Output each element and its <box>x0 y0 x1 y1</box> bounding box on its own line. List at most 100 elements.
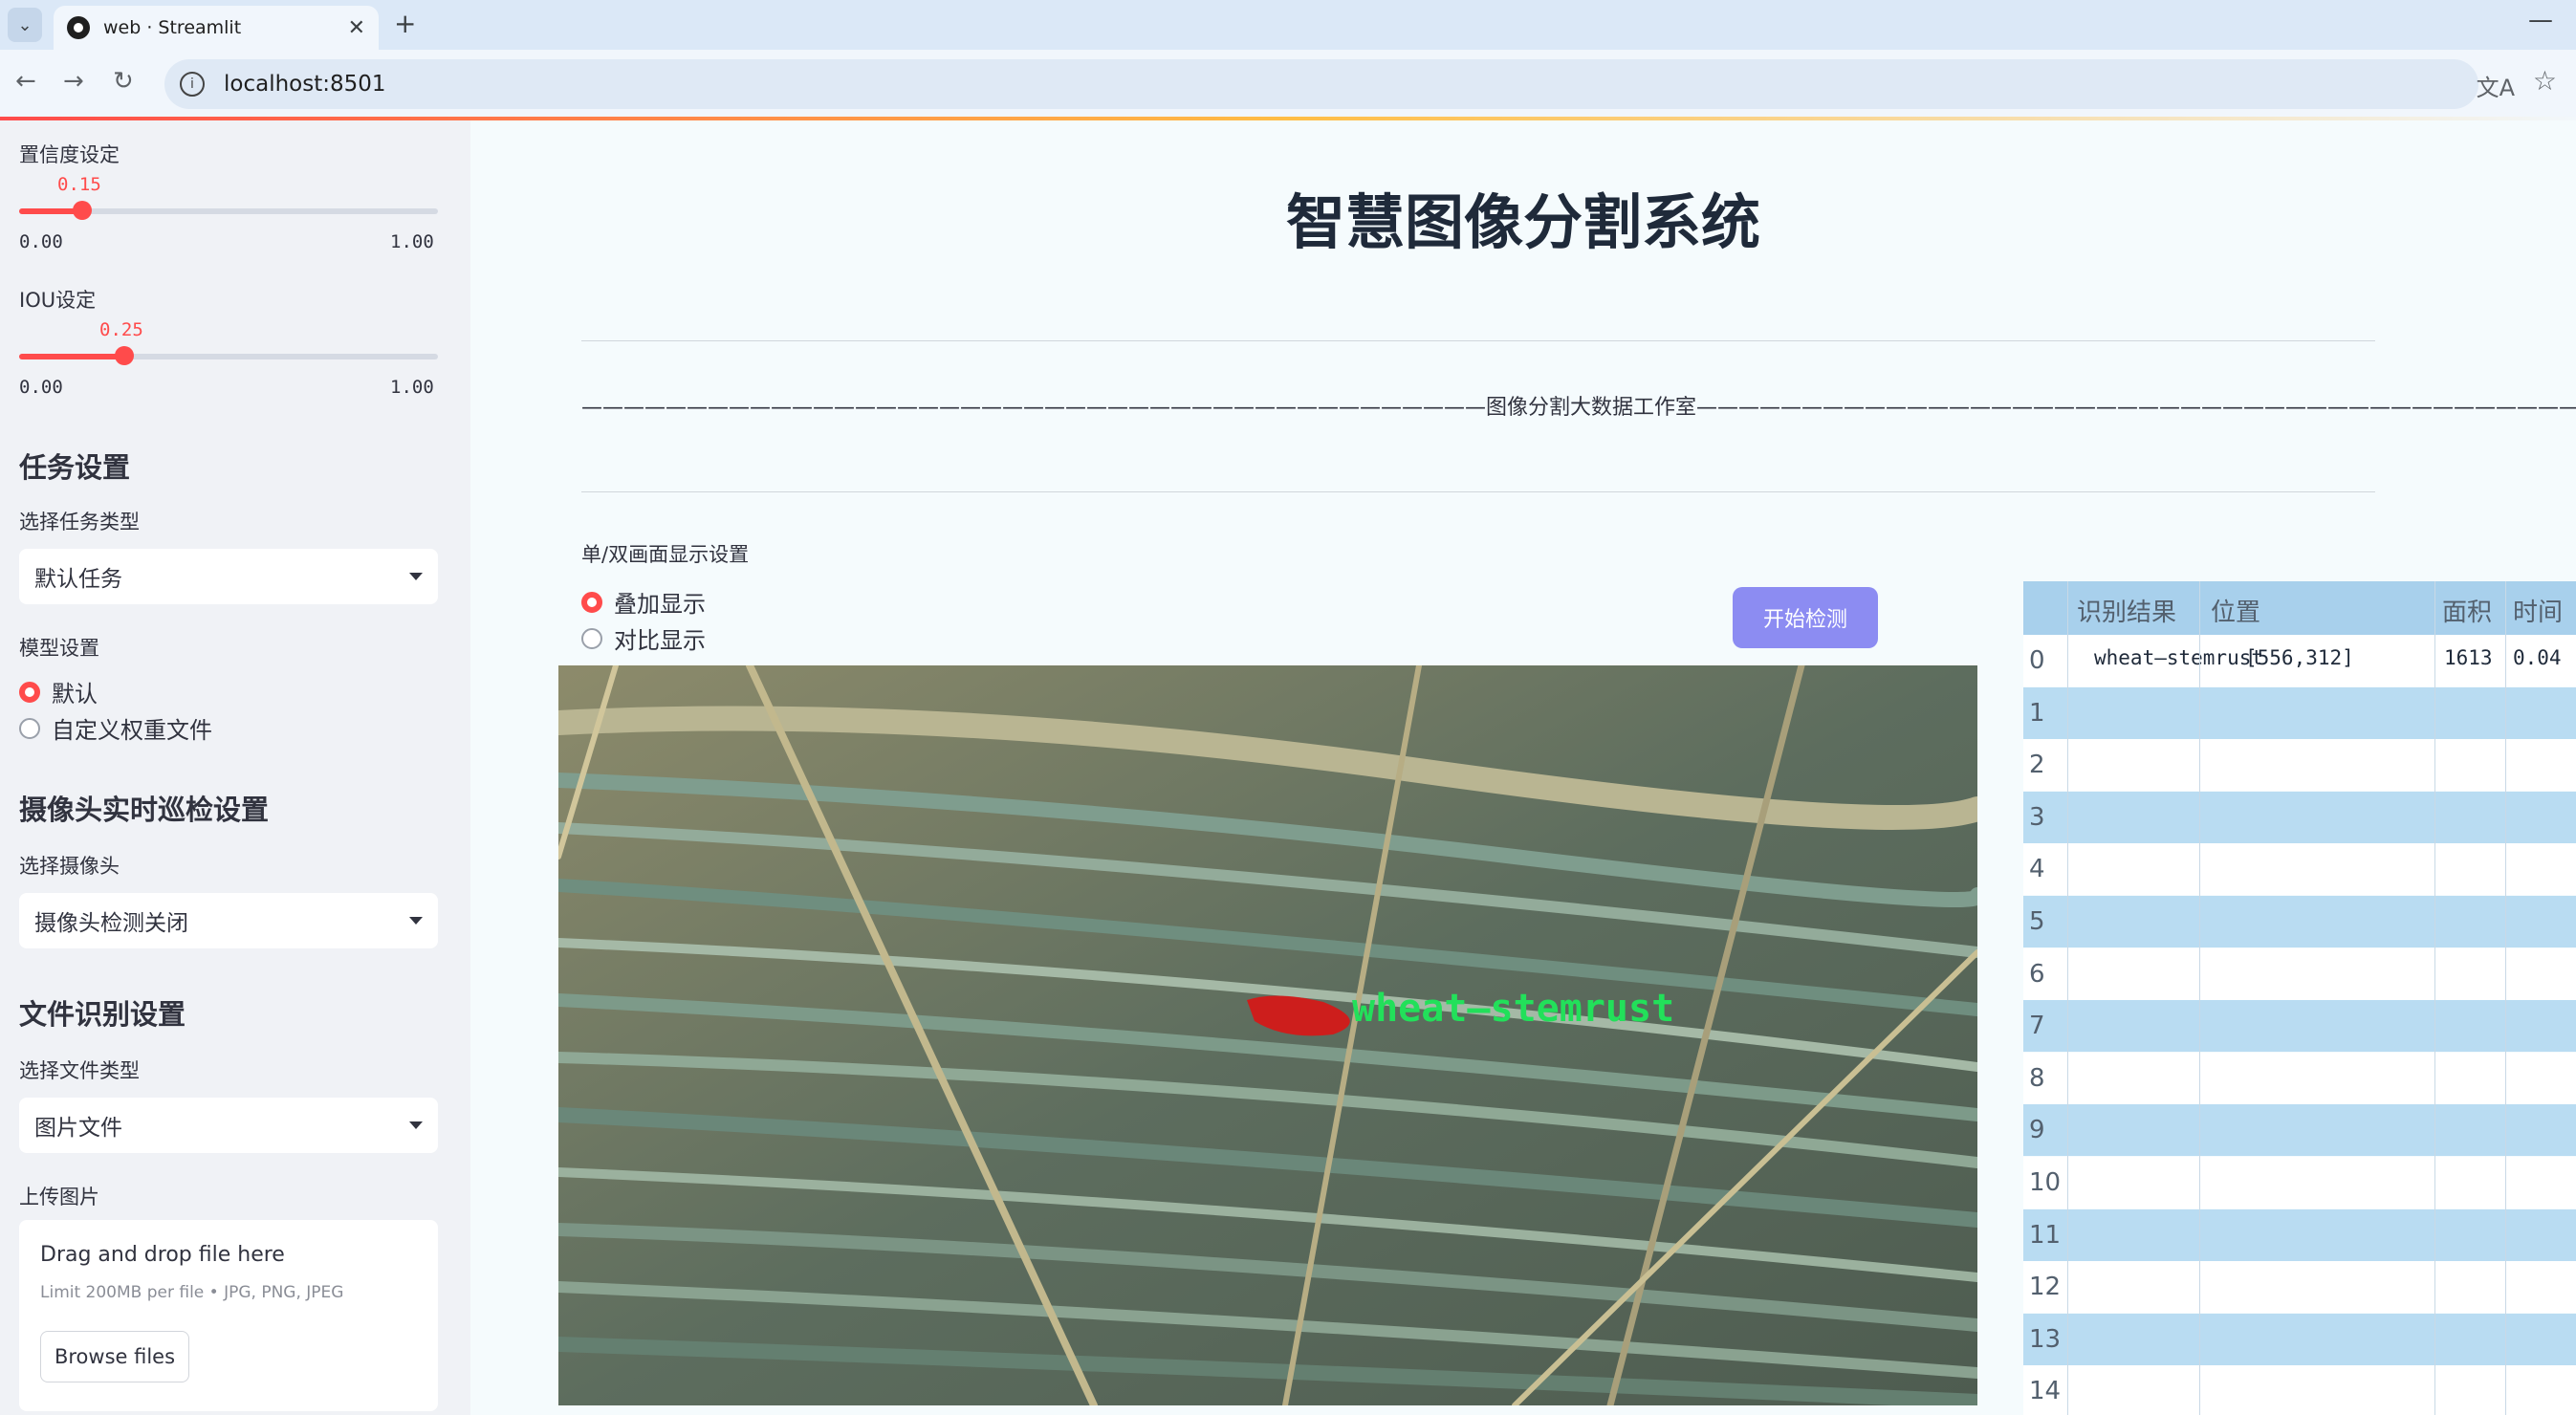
dropzone-limit: Limit 200MB per file • JPG, PNG, JPEG <box>40 1283 344 1302</box>
display-mode-label: 单/双画面显示设置 <box>581 543 750 566</box>
camera-section-heading: 摄像头实时巡检设置 <box>19 794 270 826</box>
browser-tab[interactable]: web · Streamlit ✕ <box>54 6 379 50</box>
row-index: 14 <box>2029 1377 2062 1406</box>
model-option-label: 自定义权重文件 <box>52 717 212 744</box>
iou-slider-thumb[interactable] <box>115 346 134 365</box>
row-index: 11 <box>2029 1220 2062 1250</box>
table-row[interactable]: 7 <box>2023 1000 2576 1053</box>
file-dropzone[interactable]: Drag and drop file here Limit 200MB per … <box>19 1220 438 1411</box>
display-option-label: 叠加显示 <box>614 591 706 618</box>
minimize-window-icon[interactable]: — <box>2528 6 2553 34</box>
model-option-default[interactable]: 默认 <box>19 675 98 708</box>
table-row[interactable]: 3 <box>2023 791 2576 843</box>
main-content: 智慧图像分割系统 ———————————————————————————————… <box>470 120 2576 1415</box>
close-tab-icon[interactable]: ✕ <box>348 16 365 40</box>
table-row[interactable]: 2 <box>2023 739 2576 792</box>
task-type-select[interactable]: 默认任务 <box>19 549 438 604</box>
iou-label: IOU设定 <box>19 289 97 312</box>
row-index: 3 <box>2029 802 2045 832</box>
confidence-max: 1.00 <box>390 231 434 252</box>
iou-max: 1.00 <box>390 377 434 398</box>
camera-select[interactable]: 摄像头检测关闭 <box>19 893 438 948</box>
address-bar[interactable]: i localhost:8501 <box>164 59 2478 109</box>
cell-position: [556,312] <box>2245 646 2354 669</box>
display-option-label: 对比显示 <box>614 627 706 654</box>
radio-selected-icon <box>19 681 40 703</box>
table-row[interactable]: 5 <box>2023 896 2576 947</box>
camera-value: 摄像头检测关闭 <box>34 911 188 936</box>
confidence-value: 0.15 <box>57 174 101 195</box>
iou-min: 0.00 <box>19 377 63 398</box>
row-index: 7 <box>2029 1012 2045 1041</box>
row-index: 10 <box>2029 1168 2062 1197</box>
table-row[interactable]: 8 <box>2023 1052 2576 1104</box>
column-header: 面积 <box>2442 599 2493 627</box>
row-index: 6 <box>2029 959 2045 989</box>
detection-result-image: wheat—stemrust <box>558 665 1977 1405</box>
start-detection-button[interactable]: 开始检测 <box>1733 587 1878 648</box>
table-row[interactable]: 1 <box>2023 686 2576 739</box>
chevron-down-icon <box>409 573 423 580</box>
detection-label: wheat—stemrust <box>1352 987 1674 1031</box>
row-index: 5 <box>2029 907 2045 936</box>
cell-result: wheat—stemrust <box>2094 646 2264 669</box>
site-info-icon[interactable]: i <box>180 72 205 97</box>
dropzone-title: Drag and drop file here <box>40 1243 285 1267</box>
file-type-label: 选择文件类型 <box>19 1059 140 1082</box>
model-option-custom[interactable]: 自定义权重文件 <box>19 711 212 745</box>
table-row[interactable]: 9 <box>2023 1104 2576 1157</box>
streamlit-favicon-icon <box>67 16 90 39</box>
radio-selected-icon <box>581 591 602 613</box>
table-row[interactable]: 13 <box>2023 1313 2576 1365</box>
row-index: 9 <box>2029 1116 2045 1145</box>
task-type-value: 默认任务 <box>34 567 122 592</box>
display-option-overlay[interactable]: 叠加显示 <box>581 585 706 619</box>
reload-icon[interactable]: ↻ <box>113 67 134 96</box>
confidence-slider[interactable] <box>19 201 438 220</box>
results-table[interactable]: 识别结果 位置 面积 时间 0 wheat—stemrust [556,312] 16… <box>2023 581 2576 1415</box>
table-row[interactable]: 4 <box>2023 843 2576 896</box>
model-option-label: 默认 <box>52 681 98 708</box>
radio-unselected-icon <box>581 627 602 649</box>
file-type-value: 图片文件 <box>34 1116 122 1141</box>
row-index: 1 <box>2029 698 2045 728</box>
wheat-field-image: wheat—stemrust <box>558 665 1977 1405</box>
translate-icon[interactable]: 文A <box>2477 69 2515 102</box>
chevron-down-icon <box>409 1121 423 1129</box>
row-index: 2 <box>2029 751 2045 780</box>
studio-banner: ————————————————————————————————————————… <box>581 396 2576 420</box>
bookmark-star-icon[interactable]: ☆ <box>2533 65 2557 97</box>
table-row[interactable]: 12 <box>2023 1261 2576 1314</box>
display-option-compare[interactable]: 对比显示 <box>581 621 706 655</box>
new-tab-icon[interactable]: + <box>394 8 416 39</box>
forward-arrow-icon[interactable]: → <box>63 67 84 96</box>
iou-slider[interactable] <box>19 346 438 365</box>
confidence-slider-thumb[interactable] <box>73 201 92 220</box>
browser-tab-bar: ⌄ web · Streamlit ✕ + — <box>0 0 2576 50</box>
row-index: 12 <box>2029 1273 2062 1302</box>
tab-search-chevron-icon[interactable]: ⌄ <box>8 8 42 42</box>
sidebar: 置信度设定 0.15 0.00 1.00 IOU设定 0.25 0.00 1.0… <box>0 120 470 1415</box>
url-text: localhost:8501 <box>224 72 386 97</box>
column-header: 时间 <box>2513 599 2564 627</box>
file-type-select[interactable]: 图片文件 <box>19 1098 438 1153</box>
divider <box>581 491 2375 492</box>
browse-files-button[interactable]: Browse files <box>40 1331 189 1382</box>
task-section-heading: 任务设置 <box>19 451 131 484</box>
table-row[interactable]: 14 <box>2023 1365 2576 1415</box>
table-row[interactable]: 11 <box>2023 1208 2576 1261</box>
row-index: 4 <box>2029 855 2045 884</box>
iou-value: 0.25 <box>99 319 143 340</box>
radio-unselected-icon <box>19 717 40 739</box>
table-row[interactable]: 10 <box>2023 1157 2576 1208</box>
tab-title: web · Streamlit <box>103 17 242 38</box>
table-row[interactable]: 6 <box>2023 947 2576 1000</box>
divider <box>581 340 2375 341</box>
column-header: 识别结果 <box>2077 599 2177 627</box>
table-header: 识别结果 位置 面积 时间 <box>2023 581 2576 635</box>
upload-label: 上传图片 <box>19 1186 99 1208</box>
chevron-down-icon <box>409 917 423 925</box>
back-arrow-icon[interactable]: ← <box>15 67 36 96</box>
table-row[interactable]: 0 wheat—stemrust [556,312] 1613 0.04 <box>2023 635 2576 686</box>
confidence-label: 置信度设定 <box>19 143 120 166</box>
